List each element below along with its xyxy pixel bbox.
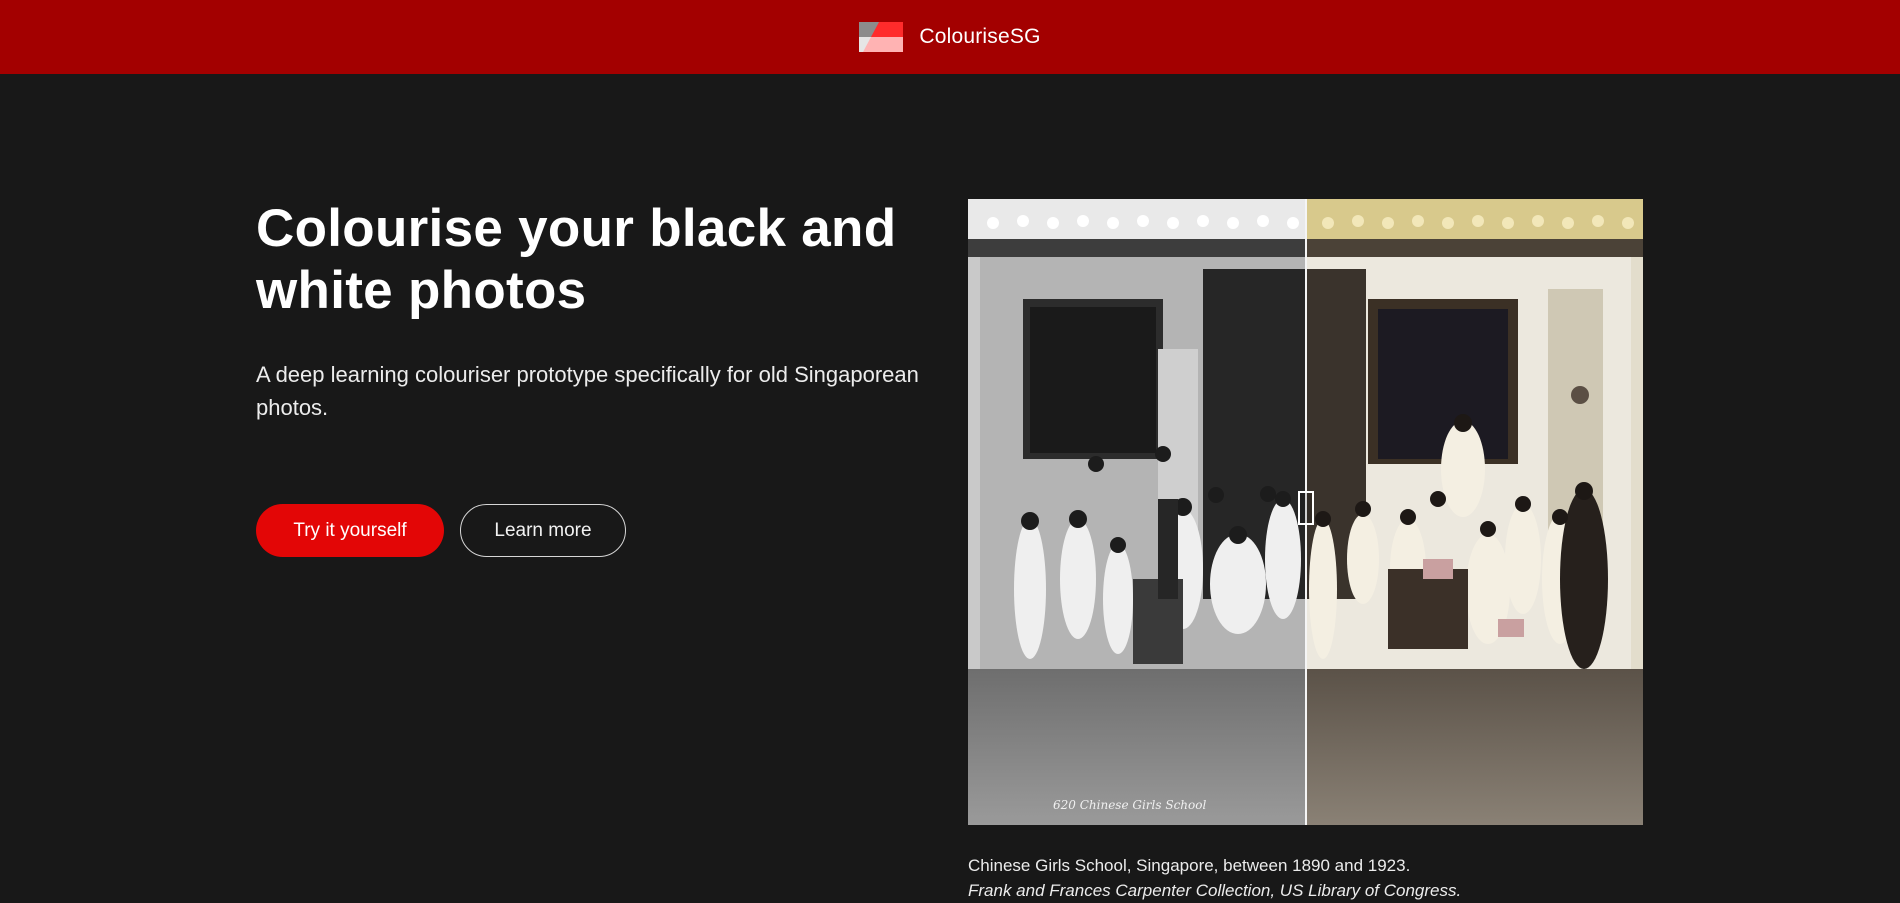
hero-subtitle: A deep learning colouriser prototype spe… [256, 362, 919, 420]
photo-inscription: 620 Chinese Girls School [1053, 798, 1206, 812]
comparison-slider-handle[interactable] [1298, 491, 1314, 525]
caption-title: Chinese Girls School, Singapore, between… [968, 856, 1411, 875]
photo-caption: Chinese Girls School, Singapore, between… [968, 853, 1668, 903]
brand-link[interactable]: ColouriseSG [859, 22, 1040, 52]
caption-credit: Frank and Frances Carpenter Collection, … [968, 881, 1462, 900]
colourise-flag-logo-icon [859, 22, 904, 52]
try-it-yourself-button[interactable]: Try it yourself [256, 504, 444, 557]
top-navigation-bar: ColouriseSG [0, 0, 1900, 74]
hero-title: Colourise your black and white photos [256, 199, 897, 320]
bw-photo-half: 620 Chinese Girls School [968, 199, 1305, 825]
learn-more-button[interactable]: Learn more [460, 504, 626, 557]
brand-name: ColouriseSG [919, 25, 1041, 48]
colour-photo-half [1306, 199, 1643, 825]
